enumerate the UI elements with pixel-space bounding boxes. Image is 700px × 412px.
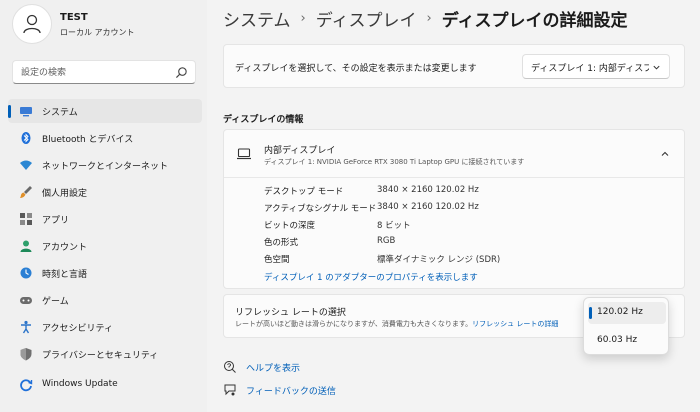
property-value: 標準ダイナミック レンジ (SDR) bbox=[377, 255, 501, 265]
search-input[interactable] bbox=[21, 65, 171, 80]
active-indicator bbox=[8, 105, 11, 118]
selected-indicator bbox=[589, 307, 592, 319]
display-info-card: 内部ディスプレイ ディスプレイ 1: NVIDIA GeForce RTX 30… bbox=[223, 129, 685, 289]
account-icon bbox=[20, 240, 32, 252]
breadcrumb-separator: › bbox=[300, 11, 306, 26]
sidebar-item-label: アカウント bbox=[42, 243, 88, 253]
shield-icon bbox=[20, 348, 32, 361]
sidebar-item-label: ネットワークとインターネット bbox=[42, 162, 169, 172]
chevron-up-icon[interactable] bbox=[660, 149, 670, 159]
property-label: アクティブなシグナル モード bbox=[264, 204, 377, 214]
sidebar-item-label: アクセシビリティ bbox=[42, 324, 114, 334]
globe-clock-icon bbox=[20, 267, 32, 279]
gamepad-icon bbox=[20, 297, 32, 304]
display-info-heading: ディスプレイの情報 bbox=[223, 115, 304, 125]
help-label: ヘルプを表示 bbox=[246, 363, 301, 374]
feedback-label: フィードバックの送信 bbox=[246, 386, 336, 397]
user-account-type: ローカル アカウント bbox=[60, 28, 135, 37]
sidebar-item-accessibility[interactable]: アクセシビリティ bbox=[8, 315, 202, 339]
wifi-icon bbox=[20, 160, 32, 170]
page-title: ディスプレイの詳細設定 bbox=[441, 11, 628, 31]
property-label: 色空間 bbox=[264, 255, 290, 265]
property-label: ビットの深度 bbox=[264, 221, 316, 231]
chevron-down-icon bbox=[653, 65, 660, 70]
user-avatar[interactable] bbox=[12, 4, 52, 44]
breadcrumb-display[interactable]: ディスプレイ bbox=[316, 6, 417, 31]
sidebar-item-gaming[interactable]: ゲーム bbox=[8, 288, 202, 312]
sidebar-item-apps[interactable]: アプリ bbox=[8, 207, 202, 231]
sidebar: TEST ローカル アカウント システム Bluetooth とデバイス ネット… bbox=[0, 0, 207, 412]
feedback-icon bbox=[224, 384, 236, 396]
sidebar-item-accounts[interactable]: アカウント bbox=[8, 234, 202, 258]
refresh-rate-dropdown-list: 120.02 Hz 60.03 Hz bbox=[583, 297, 669, 355]
sidebar-item-bluetooth[interactable]: Bluetooth とデバイス bbox=[8, 126, 202, 150]
sidebar-item-label: システム bbox=[42, 108, 78, 118]
feedback-link[interactable]: フィードバックの送信 bbox=[223, 383, 336, 397]
sidebar-item-personalization[interactable]: 個人用設定 bbox=[8, 180, 202, 204]
search-icon[interactable] bbox=[175, 66, 188, 79]
sidebar-item-privacy-security[interactable]: プライバシーとセキュリティ bbox=[8, 342, 202, 366]
refresh-rate-title: リフレッシュ レートの選択 bbox=[235, 308, 346, 318]
user-name: TEST bbox=[60, 12, 88, 23]
display-select-label: ディスプレイを選択して、その設定を表示または変更します bbox=[235, 64, 477, 74]
sidebar-item-label: アプリ bbox=[42, 216, 70, 226]
monitor-icon bbox=[20, 107, 32, 117]
sidebar-item-label: ゲーム bbox=[42, 297, 69, 307]
help-icon bbox=[224, 361, 236, 373]
sidebar-item-label: 時刻と言語 bbox=[42, 270, 88, 280]
refresh-rate-details-link[interactable]: リフレッシュ レートの詳細 bbox=[472, 320, 558, 328]
accessibility-icon bbox=[21, 320, 31, 334]
apps-icon bbox=[20, 213, 32, 225]
sidebar-item-network[interactable]: ネットワークとインターネット bbox=[8, 153, 202, 177]
search-box[interactable] bbox=[12, 60, 196, 84]
sidebar-item-system[interactable]: システム bbox=[8, 99, 202, 123]
breadcrumb: システム › ディスプレイ › ディスプレイの詳細設定 bbox=[223, 6, 628, 31]
help-link[interactable]: ヘルプを表示 bbox=[223, 360, 300, 374]
update-icon bbox=[20, 379, 33, 392]
person-icon bbox=[23, 14, 41, 34]
bluetooth-icon bbox=[21, 132, 31, 144]
refresh-option-60[interactable]: 60.03 Hz bbox=[588, 330, 666, 352]
display-info-header[interactable]: 内部ディスプレイ ディスプレイ 1: NVIDIA GeForce RTX 30… bbox=[224, 130, 684, 178]
sidebar-item-label: Bluetooth とデバイス bbox=[42, 135, 134, 145]
refresh-rate-subtitle: レートが高いほど動きは滑らかになりますが、消費電力も大きくなります。リフレッシュ… bbox=[235, 319, 558, 329]
sidebar-item-label: 個人用設定 bbox=[42, 189, 88, 199]
brush-icon bbox=[20, 186, 32, 198]
monitor-subtitle: ディスプレイ 1: NVIDIA GeForce RTX 3080 Ti Lap… bbox=[264, 158, 525, 166]
display-select-card: ディスプレイを選択して、その設定を表示または変更します ディスプレイ 1: 内部… bbox=[223, 44, 685, 88]
breadcrumb-system[interactable]: システム bbox=[223, 6, 291, 31]
property-value: 3840 × 2160 120.02 Hz bbox=[377, 202, 479, 212]
display-dropdown[interactable]: ディスプレイ 1: 内部ディスプレイ bbox=[522, 54, 670, 79]
property-value: RGB bbox=[377, 236, 396, 246]
sidebar-item-time-language[interactable]: 時刻と言語 bbox=[8, 261, 202, 285]
refresh-rate-description: レートが高いほど動きは滑らかになりますが、消費電力も大きくなります。 bbox=[235, 320, 473, 328]
laptop-icon bbox=[237, 148, 251, 160]
refresh-option-label: 120.02 Hz bbox=[597, 307, 643, 317]
property-label: デスクトップ モード bbox=[264, 187, 344, 197]
refresh-option-label: 60.03 Hz bbox=[597, 335, 638, 345]
refresh-option-120[interactable]: 120.02 Hz bbox=[588, 302, 666, 324]
property-label: 色の形式 bbox=[264, 238, 299, 248]
property-value: 8 ビット bbox=[377, 221, 411, 231]
monitor-name: 内部ディスプレイ bbox=[264, 146, 336, 156]
breadcrumb-separator: › bbox=[426, 11, 432, 26]
property-value: 3840 × 2160 120.02 Hz bbox=[377, 185, 479, 195]
adapter-properties-link[interactable]: ディスプレイ 1 のアダプターのプロパティを表示します bbox=[264, 271, 478, 283]
sidebar-item-label: Windows Update bbox=[42, 379, 118, 389]
display-dropdown-value: ディスプレイ 1: 内部ディスプレイ bbox=[531, 64, 649, 74]
sidebar-item-windows-update[interactable]: Windows Update bbox=[8, 373, 202, 397]
sidebar-item-label: プライバシーとセキュリティ bbox=[42, 351, 159, 361]
